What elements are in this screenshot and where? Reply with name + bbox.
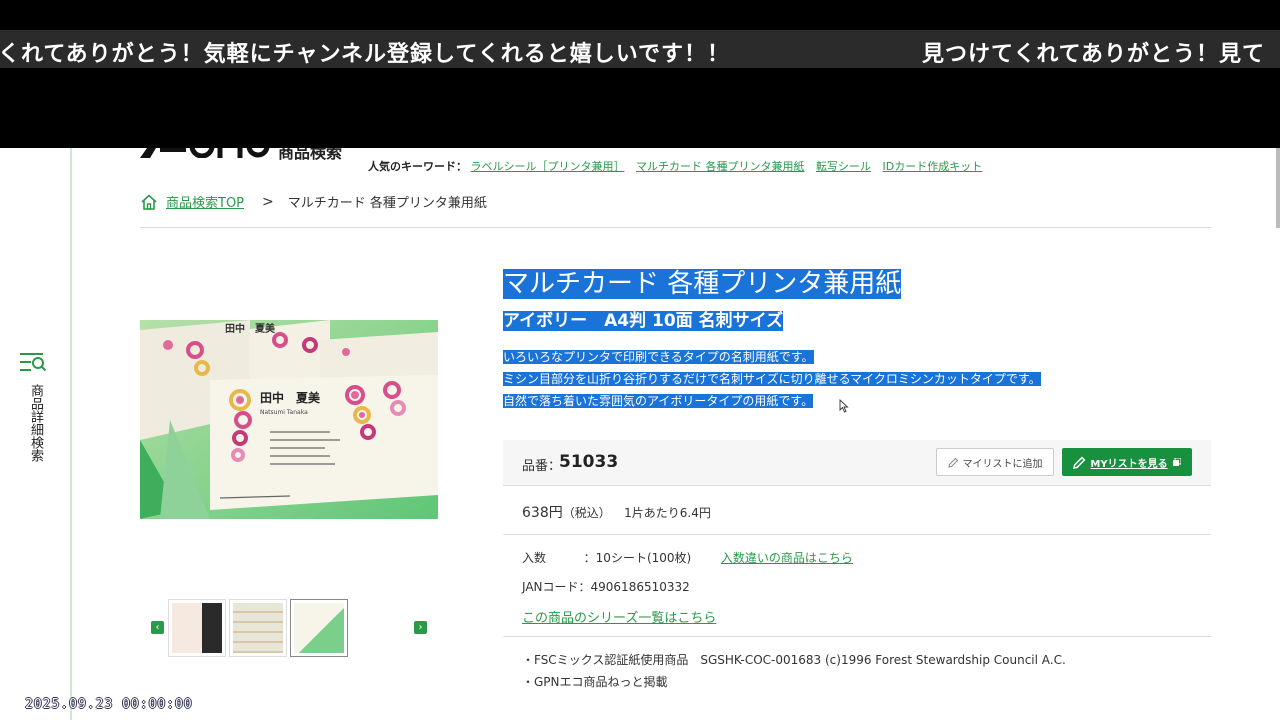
description-line: ミシン目部分を山折り谷折りするだけで名刺サイズに切り離せるマイクロミシンカットタ… — [503, 372, 1041, 386]
product-subtitle-text: アイボリー A4判 10面 名刺サイズ — [503, 311, 784, 331]
quantity-row: 入数 ：10シート(100枚) 入数違いの商品はこちら — [522, 549, 853, 566]
divider — [503, 534, 1211, 535]
product-number-value: 51033 — [559, 452, 619, 472]
external-link-icon — [1172, 457, 1181, 466]
series-list-link[interactable]: この商品のシリーズ一覧はこちら — [522, 607, 716, 626]
quantity-value: ：10シート(100枚) — [583, 551, 692, 565]
a-one-logo-icon — [140, 148, 270, 158]
logo-text: 商品検索 — [278, 148, 343, 160]
thumbnail-1-image — [172, 603, 222, 653]
product-subtitle: アイボリー A4判 10面 名刺サイズ — [503, 309, 784, 333]
sidebar-detail-search-label[interactable]: 商品詳細検索 — [22, 384, 43, 462]
back-card-name: 田中 夏美 — [225, 322, 276, 335]
keyword-link-label-seal[interactable]: ラベルシール［プリンタ兼用］ — [471, 160, 625, 173]
gpn-note: ・GPNエコ商品ねっと掲載 — [522, 675, 668, 689]
jan-code: JANコード：4906186510332 — [522, 580, 690, 594]
keyword-link-transfer-seal[interactable]: 転写シール — [816, 160, 871, 173]
thumbnail-3-image — [294, 603, 344, 653]
card-romaji: Natsumi Tanaka — [260, 409, 308, 416]
product-title: マルチカード 各種プリンタ兼用紙 — [503, 266, 902, 302]
description-line: 自然で落ち着いた雰囲気のアイボリータイプの用紙です。 — [503, 394, 814, 408]
thumbnail-3[interactable] — [290, 599, 348, 657]
product-description: いろいろなプリンタで印刷できるタイプの名刺用紙です。 ミシン目部分を山折り谷折り… — [503, 346, 1041, 412]
view-mylist-label: MYリストを見る — [1090, 458, 1168, 470]
add-to-mylist-button[interactable]: マイリストに追加 — [936, 448, 1054, 476]
stream-overlay: くれてありがとう！気軽にチャンネル登録してくれると嬉しいです！！ 見つけてくれて… — [0, 0, 1280, 148]
thumbnail-2[interactable] — [229, 599, 287, 657]
left-sidebar: 商品詳細検索 — [0, 148, 72, 720]
breadcrumb-home-link[interactable]: 商品検索TOP — [166, 192, 244, 211]
product-number-label: 品番： — [522, 459, 562, 474]
popular-keywords: 人気のキーワード： ラベルシール［プリンタ兼用］ マルチカード 各種プリンタ兼用… — [368, 158, 990, 174]
keywords-label: 人気のキーワード： — [368, 160, 467, 173]
price: 638円（税込） 1片あたり6.4円 — [522, 502, 711, 522]
thumbnail-next-button[interactable]: › — [414, 621, 427, 634]
pencil-icon — [1073, 456, 1086, 469]
description-line: いろいろなプリンタで印刷できるタイプの名刺用紙です。 — [503, 350, 814, 364]
pencil-icon — [947, 457, 958, 468]
ticker-text-repeat: 見つけてくれてありがとう！見て — [922, 42, 1266, 67]
keyword-link-id-card[interactable]: IDカード作成キット — [883, 160, 983, 173]
view-mylist-button[interactable]: MYリストを見る — [1062, 448, 1192, 476]
price-value: 638円 — [522, 505, 563, 521]
search-menu-icon[interactable] — [19, 352, 47, 372]
thumbnail-2-image — [233, 603, 283, 653]
breadcrumb: 商品検索TOP > マルチカード 各種プリンタ兼用紙 — [140, 192, 487, 211]
keyword-link-multicard[interactable]: マルチカード 各種プリンタ兼用紙 — [636, 160, 805, 173]
product-main-image[interactable]: 田中 夏美 Natsumi Tanaka 田中 夏美 — [140, 320, 438, 519]
quantity-label: 入数 — [522, 551, 547, 565]
scrollbar-thumb[interactable] — [1276, 148, 1280, 228]
site-logo[interactable]: 商品検索 — [140, 148, 350, 160]
thumbnail-prev-button[interactable]: ‹ — [151, 621, 164, 634]
other-quantity-link[interactable]: 入数違いの商品はこちら — [721, 551, 853, 565]
breadcrumb-separator: > — [262, 193, 274, 210]
mouse-cursor-icon — [839, 399, 849, 413]
product-title-text: マルチカード 各種プリンタ兼用紙 — [503, 269, 902, 299]
home-icon[interactable] — [140, 193, 158, 210]
fsc-note: ・FSCミックス認証紙使用商品 SGSHK-COC-001683 (c)1996… — [522, 653, 1066, 667]
divider — [503, 636, 1211, 637]
card-name: 田中 夏美 — [260, 390, 321, 405]
divider — [140, 227, 1211, 228]
thumbnail-1[interactable] — [168, 599, 226, 657]
price-tax-note: （税込） — [562, 506, 611, 520]
ticker-text: くれてありがとう！気軽にチャンネル登録してくれると嬉しいです！！ — [0, 42, 731, 67]
recording-timestamp: 2025.09.23 00:00:00 — [25, 697, 193, 712]
add-to-mylist-label: マイリストに追加 — [962, 458, 1043, 470]
breadcrumb-current: マルチカード 各種プリンタ兼用紙 — [287, 196, 487, 211]
product-number-bar: 品番： 51033 マイリストに追加 MYリストを見る — [503, 440, 1211, 486]
price-per-card: 1片あたり6.4円 — [624, 506, 711, 520]
business-card-photo: 田中 夏美 Natsumi Tanaka 田中 夏美 — [140, 320, 438, 519]
